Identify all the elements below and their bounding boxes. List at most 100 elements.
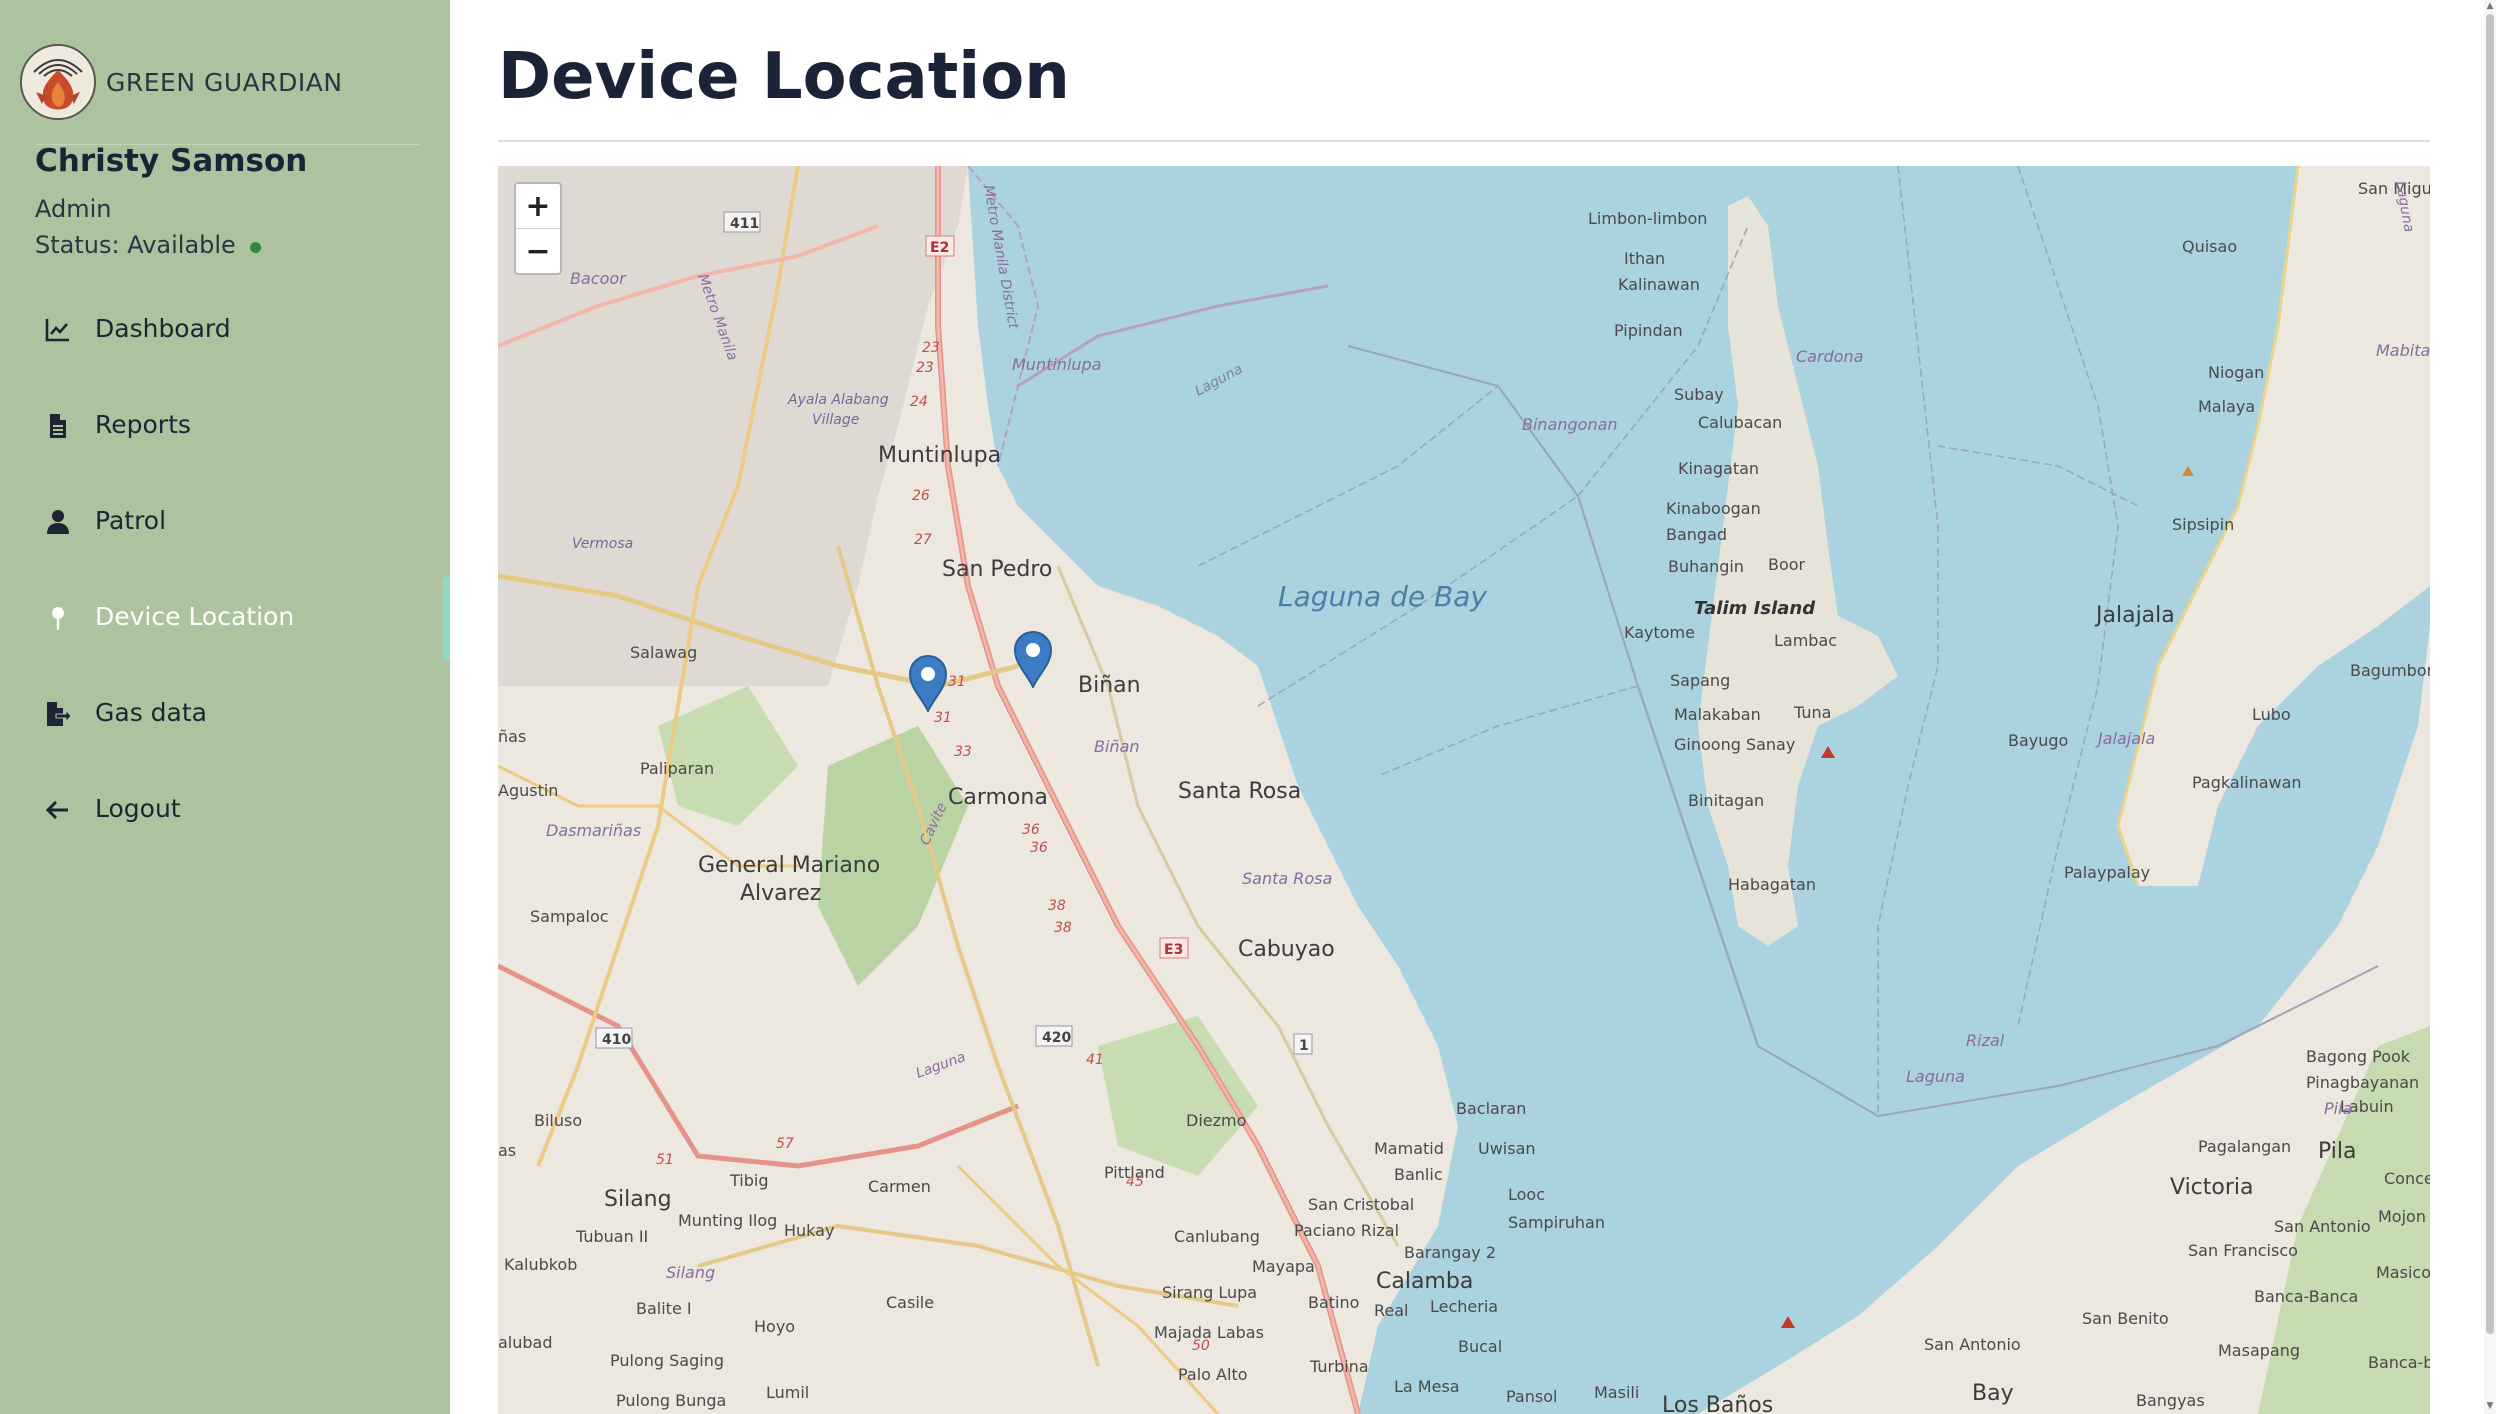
place-label: San Francisco: [2188, 1241, 2298, 1260]
sidebar-item-reports[interactable]: Reports: [0, 378, 450, 474]
sidebar-item-patrol[interactable]: Patrol: [0, 474, 450, 570]
place-label: Lecheria: [1430, 1297, 1498, 1316]
place-label: Tuna: [1793, 703, 1831, 722]
route-number: 36: [1022, 822, 1040, 838]
place-label: Diezmo: [1186, 1111, 1246, 1130]
road-shield: E2: [930, 240, 949, 256]
place-label: alubad: [498, 1333, 553, 1352]
sidebar-item-label: Reports: [95, 410, 191, 439]
place-label: Vermosa: [572, 536, 633, 552]
place-label: Muntinlupa: [878, 443, 1001, 468]
arrow-left-icon: [44, 796, 72, 824]
route-number: 45: [1126, 1174, 1144, 1190]
place-label: Victoria: [2170, 1175, 2254, 1200]
device-marker-icon[interactable]: [1013, 630, 1053, 690]
sidebar-item-logout[interactable]: Logout: [0, 762, 450, 858]
sidebar-item-dashboard[interactable]: Dashboard: [0, 282, 450, 378]
place-label: Ithan: [1624, 249, 1665, 268]
place-label: Pulong Bunga: [616, 1391, 726, 1410]
place-label: Pipindan: [1614, 321, 1683, 340]
place-label: Laguna: [1192, 361, 1245, 399]
zoom-control: + −: [514, 182, 562, 275]
scroll-up-arrow-icon[interactable]: ▲: [2484, 0, 2496, 12]
route-number: 57: [776, 1136, 794, 1152]
place-label: Jalajala: [2094, 603, 2175, 628]
place-label: Los Baños: [1662, 1393, 1773, 1414]
scroll-down-arrow-icon[interactable]: ▼: [2484, 1400, 2496, 1412]
place-label: Paliparan: [640, 759, 714, 778]
route-number: 33: [954, 744, 972, 760]
place-label: Balite I: [636, 1299, 692, 1318]
place-label: Limbon-limbon: [1588, 209, 1707, 228]
place-label: La Mesa: [1394, 1377, 1460, 1396]
place-label: Mamatid: [1374, 1139, 1444, 1158]
place-label: Banca-Banca: [2254, 1287, 2358, 1306]
place-label: Dasmariñas: [546, 821, 641, 840]
place-label: Cabuyao: [1238, 937, 1335, 962]
device-marker-icon[interactable]: [908, 654, 948, 714]
sidebar-item-device-location[interactable]: Device Location: [0, 570, 450, 666]
zoom-out-button[interactable]: −: [516, 228, 560, 273]
place-label: Mayapa: [1252, 1257, 1315, 1276]
route-number: 24: [910, 394, 928, 410]
place-label: Binangonan: [1522, 415, 1618, 434]
place-label: Bay: [1972, 1381, 2014, 1406]
sidebar-item-label: Logout: [95, 794, 181, 823]
place-label: Santa Rosa: [1242, 869, 1332, 888]
place-label: Tibig: [729, 1171, 768, 1190]
place-label: Real: [1374, 1301, 1409, 1320]
sidebar-nav: Dashboard Reports Patrol Device Location…: [0, 282, 450, 858]
place-label: Rizal: [1966, 1031, 2005, 1050]
place-label: Calubacan: [1698, 413, 1782, 432]
main-content: Device Location Muntinlupa San Pedro Biñ…: [450, 0, 2496, 1414]
place-label: Village: [812, 412, 859, 428]
road-shield: 420: [1042, 1030, 1071, 1046]
place-label: San Antonio: [2274, 1217, 2371, 1236]
place-label: Banca-ba: [2368, 1353, 2430, 1372]
place-label: Concep: [2384, 1169, 2430, 1188]
place-label: San Pedro: [942, 557, 1052, 582]
place-label: Cardona: [1796, 347, 1863, 366]
zoom-in-button[interactable]: +: [516, 184, 560, 228]
place-label: Laguna: [1906, 1067, 1965, 1086]
scrollbar-thumb[interactable]: [2486, 14, 2494, 1334]
place-label: Munting Ilog: [678, 1211, 777, 1230]
place-label: Kalinawan: [1618, 275, 1700, 294]
place-label: Jalajala: [2095, 729, 2155, 748]
place-label: Sirang Lupa: [1162, 1283, 1257, 1302]
sidebar-item-gas-data[interactable]: Gas data: [0, 666, 450, 762]
status-label: Status: Available: [35, 231, 236, 259]
flame-shield-logo-icon: [20, 44, 96, 120]
place-label: Agustin: [498, 781, 558, 800]
place-label: Niogan: [2208, 363, 2264, 382]
route-number: 38: [1054, 920, 1072, 936]
place-label: Salawag: [630, 643, 697, 662]
place-label: Quisao: [2182, 237, 2237, 256]
place-label: Subay: [1674, 385, 1724, 404]
divider: [498, 140, 2430, 142]
place-label: Malaya: [2198, 397, 2255, 416]
place-label: Banlic: [1394, 1165, 1443, 1184]
brand[interactable]: GREEN GUARDIAN: [20, 44, 343, 120]
user-status: Status: Available: [35, 231, 261, 259]
place-label: Muntinlupa: [1012, 355, 1102, 374]
place-label: Lubo: [2252, 705, 2291, 724]
map-view[interactable]: Muntinlupa San Pedro Biñan Carmona Santa…: [498, 166, 2430, 1414]
user-role: Admin: [35, 195, 112, 223]
place-label: as: [498, 1141, 516, 1160]
place-label: Biñan: [1094, 737, 1140, 756]
place-label: Masapang: [2218, 1341, 2300, 1360]
place-label: Bagumbong: [2350, 661, 2430, 680]
route-number: 50: [1192, 1338, 1210, 1354]
place-label: Calamba: [1376, 1269, 1473, 1294]
place-label: Sampiruhan: [1508, 1213, 1605, 1232]
place-label: Tubuan II: [575, 1227, 648, 1246]
island-label: Talim Island: [1694, 598, 1816, 619]
place-label: Buhangin: [1668, 557, 1744, 576]
place-label: Turbina: [1309, 1357, 1369, 1376]
place-label: Silang: [604, 1187, 672, 1212]
active-indicator: [443, 577, 450, 660]
sidebar: GREEN GUARDIAN Christy Samson Admin Stat…: [0, 0, 450, 1414]
file-icon: [44, 412, 72, 440]
place-label: Canlubang: [1174, 1227, 1260, 1246]
